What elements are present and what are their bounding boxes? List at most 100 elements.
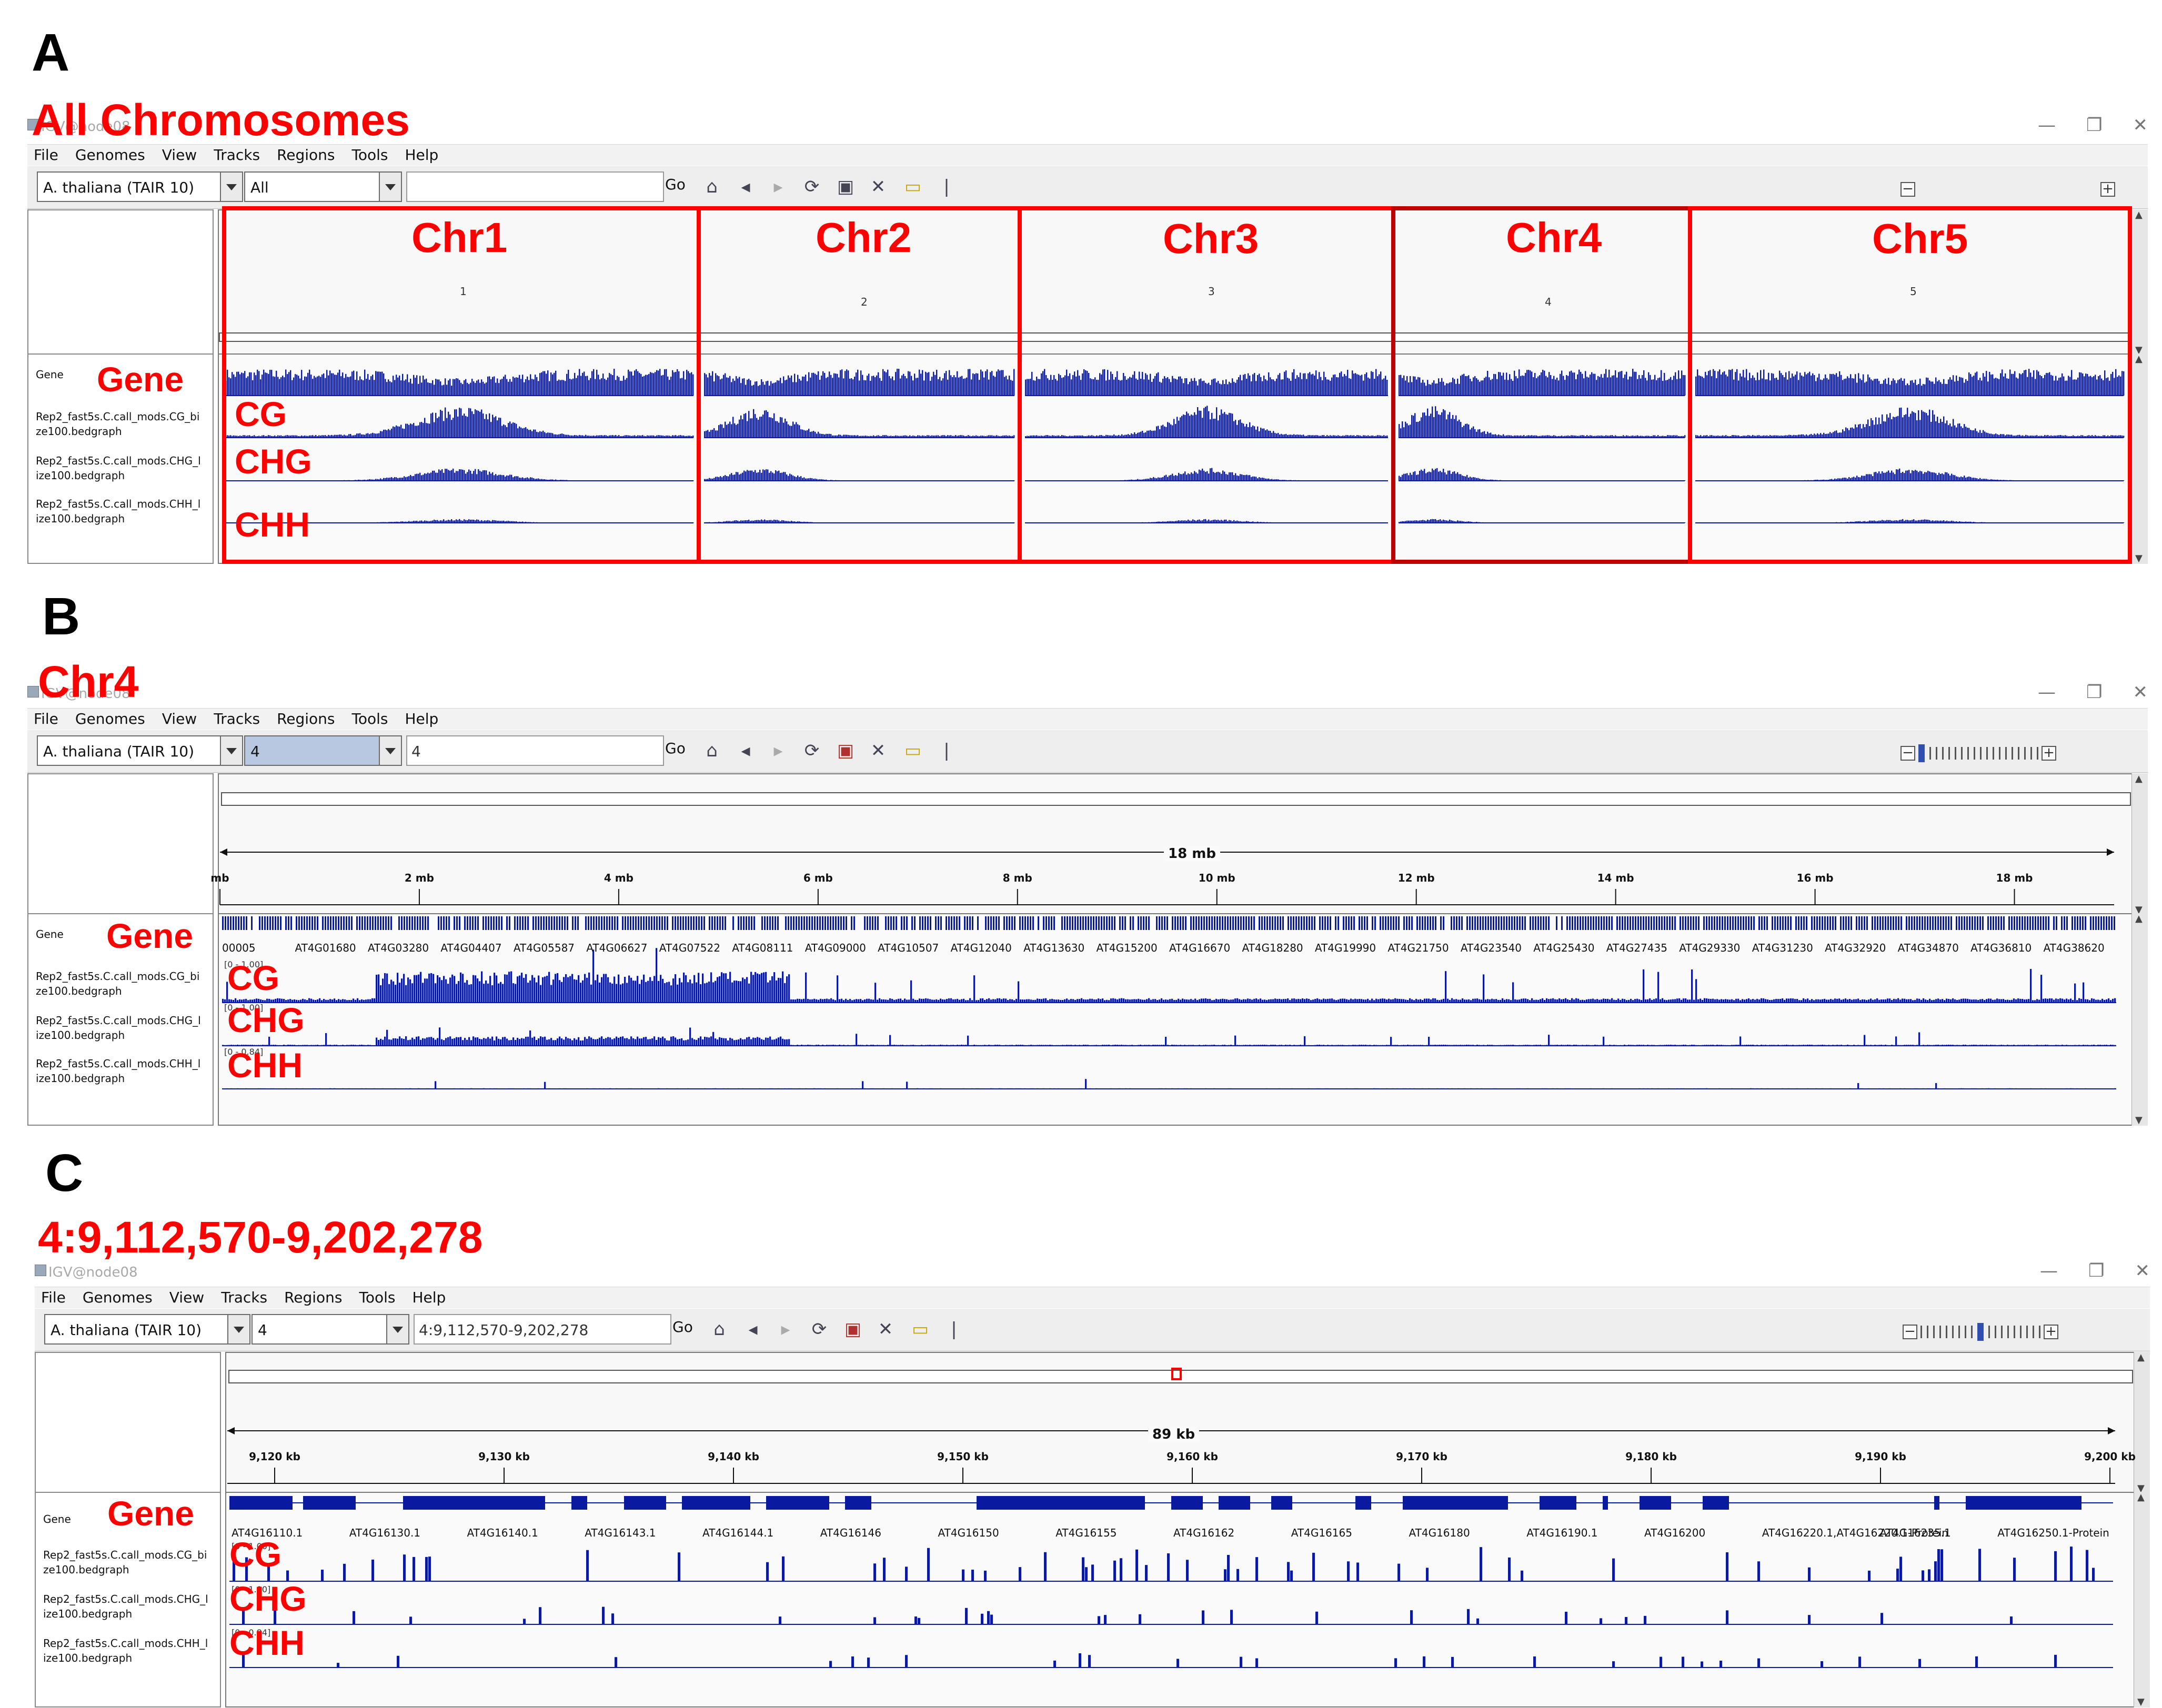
gene-label: AT4G21750 <box>1387 942 1449 954</box>
ruler-b-tick-label: 2 mb <box>405 872 434 884</box>
data-scrollbar[interactable] <box>2134 1492 2150 1707</box>
gene-label: AT4G23540 <box>1460 942 1522 954</box>
ruler-c-tick-label: 9,190 kb <box>1855 1450 1906 1463</box>
forward-icon[interactable]: ▸ <box>766 175 790 199</box>
chevron-down-icon[interactable] <box>386 1315 408 1343</box>
region-icon[interactable]: ▣ <box>841 1317 865 1341</box>
refresh-icon[interactable]: ⟳ <box>800 739 824 763</box>
menu-genomes[interactable]: Genomes <box>83 1287 153 1308</box>
forward-icon[interactable]: ▸ <box>773 1317 798 1341</box>
data-scrollbar[interactable] <box>2131 353 2148 564</box>
zoom-in-icon[interactable]: + <box>2044 1325 2058 1339</box>
chromosome-dropdown[interactable]: All <box>244 171 402 202</box>
menu-genomes[interactable]: Genomes <box>75 709 145 730</box>
gene-label: AT4G06627 <box>586 942 648 954</box>
back-icon[interactable]: ◂ <box>733 739 758 763</box>
menu-tracks[interactable]: Tracks <box>221 1287 267 1308</box>
menu-help[interactable]: Help <box>405 145 439 166</box>
refresh-icon[interactable]: ⟳ <box>807 1317 831 1341</box>
menu-file[interactable]: File <box>41 1287 66 1308</box>
ruler-b-tick-label: 16 mb <box>1797 872 1834 884</box>
gene-label: AT4G13630 <box>1023 942 1085 954</box>
close-icon[interactable]: ✕ <box>2133 682 2148 703</box>
chevron-down-icon[interactable] <box>220 173 242 201</box>
chevron-down-icon[interactable] <box>220 736 242 765</box>
zoom-out-icon[interactable]: − <box>1900 182 1915 197</box>
go-button[interactable]: Go <box>665 176 686 193</box>
header-scrollbar[interactable] <box>2134 1352 2150 1494</box>
menu-regions[interactable]: Regions <box>277 709 335 730</box>
forward-icon[interactable]: ▸ <box>766 739 790 763</box>
popup-info-icon[interactable]: ▭ <box>901 739 925 763</box>
menu-view[interactable]: View <box>162 709 197 730</box>
locus-search-input[interactable]: 4:9,112,570-9,202,278 <box>414 1314 671 1345</box>
back-icon[interactable]: ◂ <box>741 1317 765 1341</box>
refresh-icon[interactable]: ⟳ <box>800 175 824 199</box>
chromosome-dropdown[interactable]: 4 <box>244 735 402 766</box>
zoom-control[interactable]: − + <box>1900 180 2115 199</box>
zoom-control[interactable]: − + <box>1900 744 2056 763</box>
back-icon[interactable]: ◂ <box>733 175 758 199</box>
menu-tools[interactable]: Tools <box>352 709 388 730</box>
menu-tracks[interactable]: Tracks <box>214 709 260 730</box>
go-button[interactable]: Go <box>672 1318 693 1336</box>
menu-help[interactable]: Help <box>413 1287 446 1308</box>
go-button[interactable]: Go <box>665 740 686 757</box>
restore-icon[interactable]: ❐ <box>2088 1260 2104 1281</box>
header-scrollbar[interactable] <box>2131 209 2148 356</box>
zoom-out-icon[interactable]: − <box>1903 1325 1917 1339</box>
zoom-in-icon[interactable]: + <box>2042 746 2056 761</box>
menu-regions[interactable]: Regions <box>277 145 335 166</box>
locus-search-input[interactable]: 4 <box>406 735 664 766</box>
resize-icon[interactable]: ✕ <box>866 739 890 763</box>
menu-file[interactable]: File <box>34 145 58 166</box>
minimize-icon[interactable]: — <box>2040 1260 2058 1281</box>
resize-icon[interactable]: ✕ <box>873 1317 898 1341</box>
ruler-c-tick-label: 9,180 kb <box>1625 1450 1677 1463</box>
menu-help[interactable]: Help <box>405 709 439 730</box>
genome-dropdown[interactable]: A. thaliana (TAIR 10) <box>44 1314 250 1345</box>
minimize-icon[interactable]: — <box>2038 115 2056 136</box>
close-icon[interactable]: ✕ <box>2133 115 2148 136</box>
popup-info-icon[interactable]: ▭ <box>901 175 925 199</box>
home-icon[interactable]: ⌂ <box>700 175 724 199</box>
resize-icon[interactable]: ✕ <box>866 175 890 199</box>
menu-genomes[interactable]: Genomes <box>75 145 145 166</box>
restore-icon[interactable]: ❐ <box>2086 682 2102 703</box>
region-icon[interactable]: ▣ <box>833 175 858 199</box>
genome-dropdown[interactable]: A. thaliana (TAIR 10) <box>37 171 243 202</box>
data-scrollbar[interactable] <box>2131 913 2148 1126</box>
igv-app-icon <box>27 686 39 698</box>
zoom-in-icon[interactable]: + <box>2100 182 2115 197</box>
minimize-icon[interactable]: — <box>2038 682 2056 703</box>
region-icon[interactable]: ▣ <box>833 739 858 763</box>
close-icon[interactable]: ✕ <box>2135 1260 2150 1281</box>
chevron-down-icon[interactable] <box>227 1315 249 1343</box>
header-scrollbar[interactable] <box>2131 773 2148 915</box>
cg-signal-c <box>233 1547 2095 1581</box>
zoom-ticks[interactable] <box>1920 1323 2040 1341</box>
gene-label: AT4G16180 <box>1409 1527 1470 1539</box>
zoom-ticks[interactable] <box>1918 744 2038 762</box>
popup-info-icon[interactable]: ▭ <box>908 1317 932 1341</box>
zoom-control[interactable]: − + <box>1903 1322 2058 1341</box>
home-icon[interactable]: ⌂ <box>707 1317 731 1341</box>
zoom-out-icon[interactable]: − <box>1900 746 1915 761</box>
locus-value: 4:9,112,570-9,202,278 <box>419 1321 589 1339</box>
chevron-down-icon[interactable] <box>379 173 401 201</box>
gene-label: AT4G16165 <box>1291 1527 1352 1539</box>
menu-tools[interactable]: Tools <box>359 1287 396 1308</box>
menu-file[interactable]: File <box>34 709 58 730</box>
menu-view[interactable]: View <box>162 145 197 166</box>
chevron-down-icon[interactable] <box>379 736 401 765</box>
restore-icon[interactable]: ❐ <box>2086 115 2102 136</box>
locus-search-input[interactable] <box>406 171 664 202</box>
gene-label: AT4G16200 <box>1644 1527 1706 1539</box>
menu-tracks[interactable]: Tracks <box>214 145 260 166</box>
home-icon[interactable]: ⌂ <box>700 739 724 763</box>
chromosome-dropdown[interactable]: 4 <box>252 1314 409 1345</box>
menu-regions[interactable]: Regions <box>284 1287 342 1308</box>
menu-tools[interactable]: Tools <box>352 145 388 166</box>
menu-view[interactable]: View <box>169 1287 204 1308</box>
genome-dropdown[interactable]: A. thaliana (TAIR 10) <box>37 735 243 766</box>
